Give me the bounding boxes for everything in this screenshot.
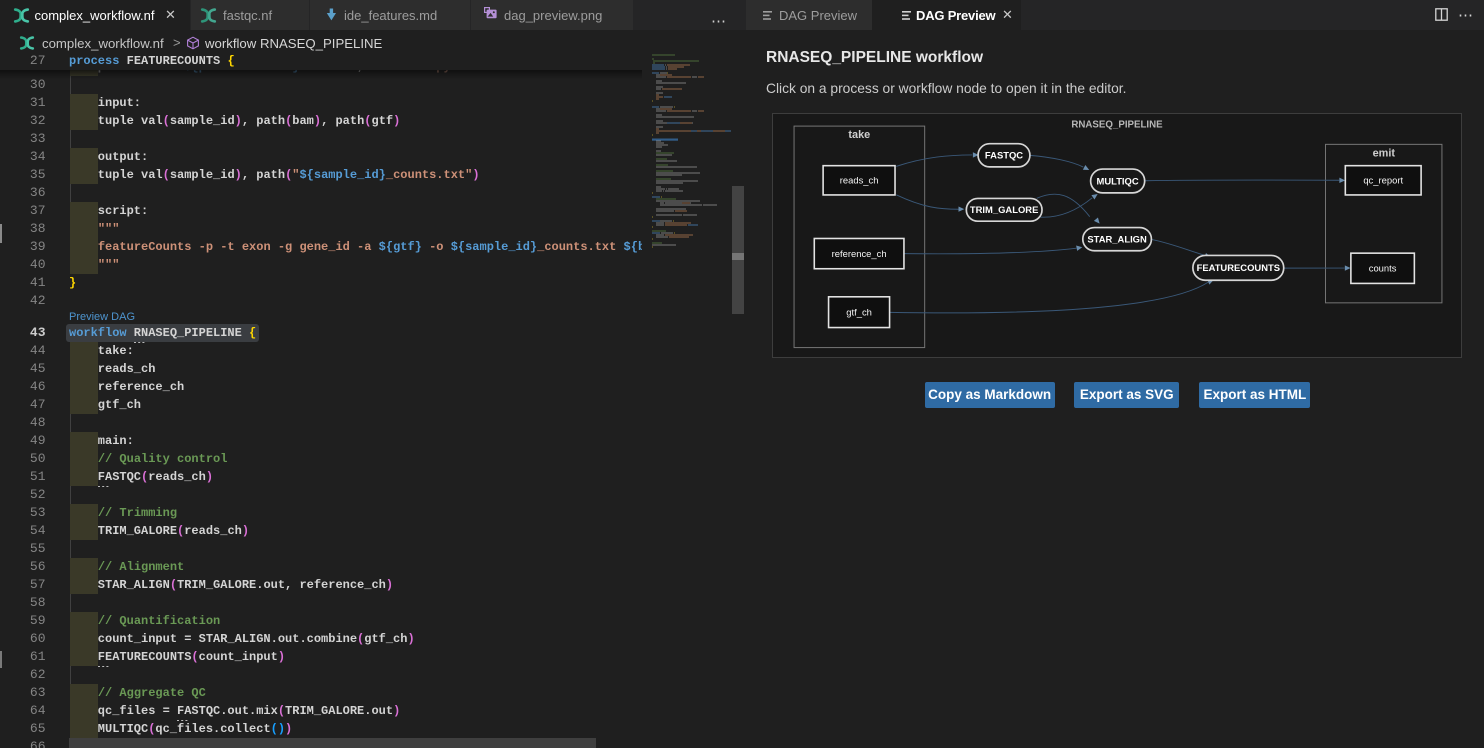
svg-text:qc_report: qc_report — [1363, 174, 1403, 185]
svg-text:counts: counts — [1369, 262, 1397, 273]
svg-text:FASTQC: FASTQC — [985, 149, 1023, 160]
svg-text:FEATURECOUNTS: FEATURECOUNTS — [1197, 262, 1280, 273]
svg-text:reference_ch: reference_ch — [832, 248, 887, 259]
svg-text:emit: emit — [1373, 147, 1396, 159]
svg-text:RNASEQ_PIPELINE: RNASEQ_PIPELINE — [1071, 119, 1163, 130]
svg-text:reads_ch: reads_ch — [840, 174, 879, 185]
svg-text:take: take — [848, 128, 870, 140]
svg-text:MULTIQC: MULTIQC — [1097, 175, 1139, 186]
svg-text:gtf_ch: gtf_ch — [846, 306, 872, 317]
svg-text:TRIM_GALORE: TRIM_GALORE — [970, 204, 1038, 215]
svg-text:STAR_ALIGN: STAR_ALIGN — [1087, 233, 1147, 244]
